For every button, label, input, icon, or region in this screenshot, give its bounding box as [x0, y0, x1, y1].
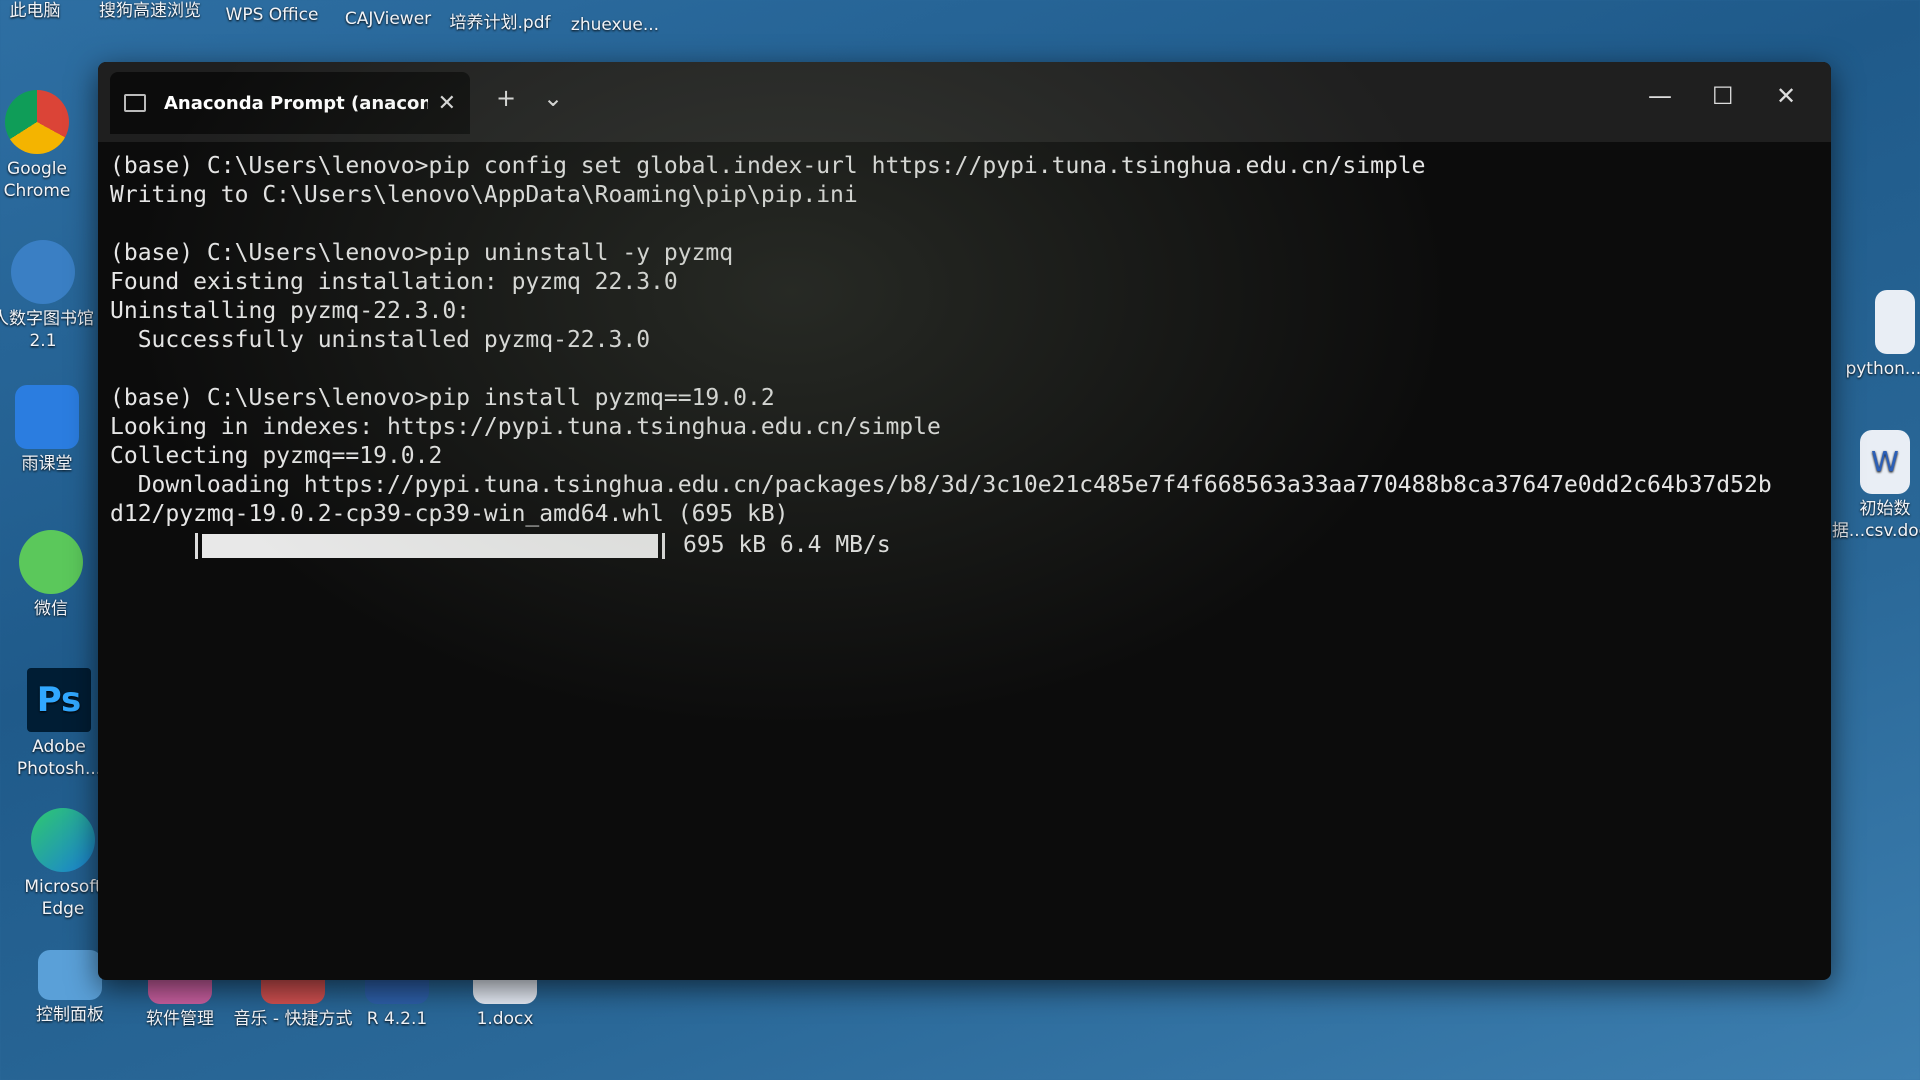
wechat-icon — [19, 530, 83, 594]
desktop-icon-wps[interactable]: WPS Office — [212, 4, 332, 26]
desktop-icon-rain-classroom[interactable]: 雨课堂 — [0, 385, 102, 475]
desktop-icon-python-txt[interactable]: python...txt — [1840, 290, 1920, 380]
icon-label: 初始数据...csv.docx — [1831, 499, 1920, 541]
terminal-line: (base) C:\Users\lenovo>pip config set gl… — [110, 153, 1426, 179]
desktop-icon-this-pc[interactable]: 此电脑 — [0, 0, 90, 22]
desktop-icon-digital-library[interactable]: 人数字图书馆2.1 — [0, 240, 98, 352]
icon-label: zhuexue... — [570, 15, 660, 35]
minimize-button[interactable]: — — [1648, 82, 1672, 110]
desktop-icon-csv-docx[interactable]: W 初始数据...csv.docx — [1830, 430, 1920, 542]
icon-label: 搜狗高速浏览 — [99, 1, 201, 21]
icon-label: 人数字图书馆2.1 — [0, 309, 94, 351]
icon-label: Google Chrome — [3, 159, 71, 201]
edge-icon — [31, 808, 95, 872]
icon-label: 雨课堂 — [21, 454, 73, 474]
terminal-output[interactable]: (base) C:\Users\lenovo>pip config set gl… — [98, 142, 1831, 560]
desktop-icon-cajviewer[interactable]: CAJViewer — [328, 8, 448, 30]
desktop-icon-zhuexue[interactable]: zhuexue... — [555, 14, 675, 36]
progress-bar — [195, 532, 665, 559]
terminal-line: Downloading https://pypi.tuna.tsinghua.e… — [110, 472, 1772, 498]
title-bar[interactable]: Anaconda Prompt (anaconda3) ✕ + ⌄ — ☐ ✕ — [98, 62, 1831, 142]
progress-fill — [202, 533, 658, 558]
terminal-line: Successfully uninstalled pyzmq-22.3.0 — [110, 327, 651, 353]
icon-label: 1.docx — [476, 1009, 534, 1029]
icon-label: 音乐 - 快捷方式 — [233, 1009, 353, 1029]
icon-label: 此电脑 — [9, 1, 61, 21]
tab-dropdown-button[interactable]: ⌄ — [543, 84, 563, 112]
desktop-icon-sogou-browser[interactable]: 搜狗高速浏览 — [95, 0, 205, 22]
icon-label: 培养计划.pdf — [449, 13, 551, 33]
icon-label: Microsoft Edge — [24, 877, 102, 919]
close-window-button[interactable]: ✕ — [1776, 82, 1796, 110]
control-panel-icon — [38, 950, 102, 1000]
maximize-button[interactable]: ☐ — [1712, 82, 1734, 110]
terminal-line: Writing to C:\Users\lenovo\AppData\Roami… — [110, 182, 858, 208]
terminal-line: (base) C:\Users\lenovo>pip install pyzmq… — [110, 385, 775, 411]
desktop-icon-wechat[interactable]: 微信 — [0, 530, 106, 620]
rain-classroom-icon — [15, 385, 79, 449]
desktop-icon-pdf[interactable]: 培养计划.pdf — [440, 12, 560, 34]
icon-label: Adobe Photosh... — [16, 737, 102, 779]
icon-label: WPS Office — [225, 5, 319, 25]
close-tab-button[interactable]: ✕ — [438, 91, 456, 116]
icon-label: CAJViewer — [344, 9, 432, 29]
tab-title: Anaconda Prompt (anaconda3) — [164, 92, 428, 114]
chrome-icon — [5, 90, 69, 154]
terminal-icon — [124, 94, 146, 112]
terminal-line: (base) C:\Users\lenovo>pip uninstall -y … — [110, 240, 734, 266]
icon-label: 软件管理 — [146, 1009, 214, 1029]
terminal-line: d12/pyzmq-19.0.2-cp39-cp39-win_amd64.whl… — [110, 501, 789, 527]
tab-anaconda-prompt[interactable]: Anaconda Prompt (anaconda3) ✕ — [110, 72, 470, 134]
text-file-icon — [1875, 290, 1915, 354]
photoshop-icon: Ps — [27, 668, 91, 732]
new-tab-button[interactable]: + — [496, 84, 516, 112]
terminal-line: Uninstalling pyzmq-22.3.0: — [110, 298, 471, 324]
icon-label: 微信 — [34, 599, 68, 619]
word-doc-icon: W — [1860, 430, 1910, 494]
library-icon — [11, 240, 75, 304]
icon-label: python...txt — [1845, 359, 1920, 379]
terminal-window: Anaconda Prompt (anaconda3) ✕ + ⌄ — ☐ ✕ … — [98, 62, 1831, 980]
download-progress: 695 kB 6.4 MB/s — [110, 531, 1831, 560]
progress-text: 695 kB 6.4 MB/s — [683, 532, 891, 558]
desktop-icon-chrome[interactable]: Google Chrome — [0, 90, 92, 202]
icon-label: 控制面板 — [36, 1005, 104, 1025]
terminal-line: Found existing installation: pyzmq 22.3.… — [110, 269, 678, 295]
terminal-line: Collecting pyzmq==19.0.2 — [110, 443, 443, 469]
icon-label: R 4.2.1 — [366, 1009, 428, 1029]
terminal-line: Looking in indexes: https://pypi.tuna.ts… — [110, 414, 941, 440]
